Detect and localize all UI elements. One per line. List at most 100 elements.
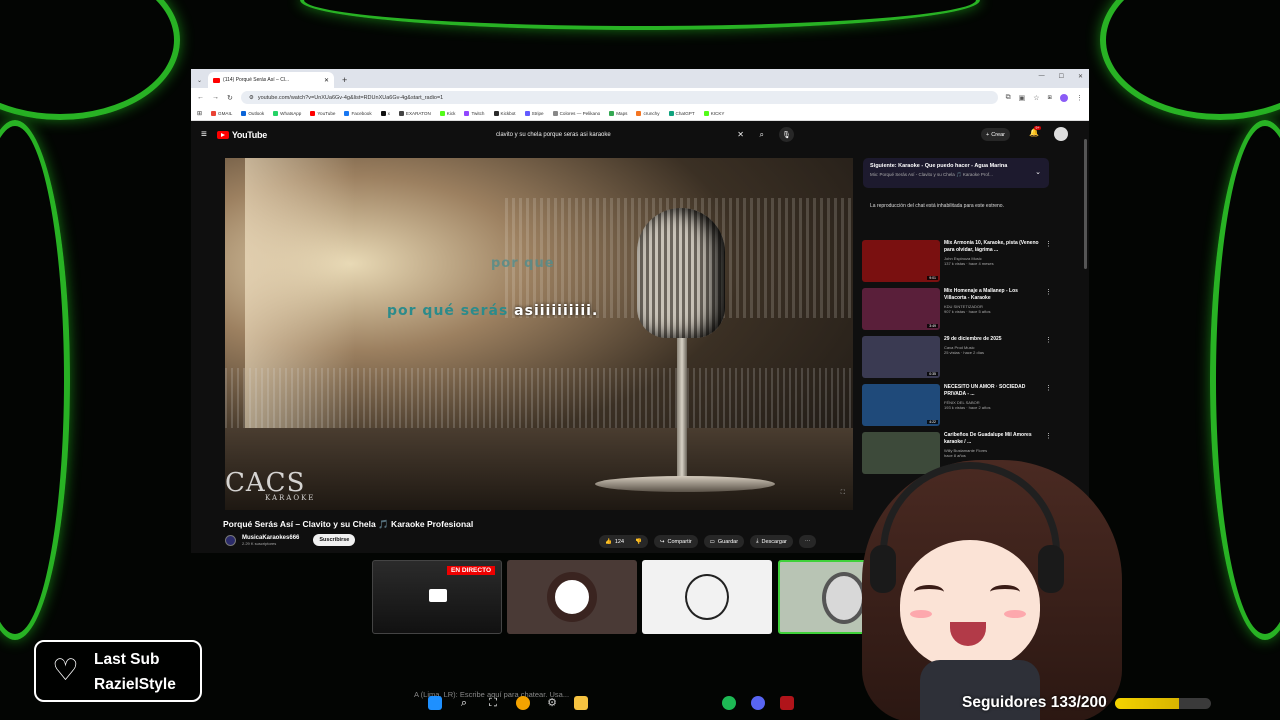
back-icon[interactable]: ← — [197, 94, 204, 101]
up-next-card[interactable]: Siguiente: Karaoke - Que puedo hacer - A… — [863, 158, 1049, 188]
forward-icon[interactable]: → — [212, 94, 219, 101]
video-microphone-stand — [677, 338, 687, 483]
site-info-icon[interactable]: ⚙ — [249, 95, 254, 101]
video-corner-icon[interactable]: ⛶ — [841, 490, 845, 497]
bookmarks-bar: ⊞ GMAIL Outlook WhatsApp YouTube Facebook x EX… — [191, 107, 1089, 121]
taskbar-discord-icon[interactable] — [751, 696, 765, 710]
more-options-icon[interactable]: ⋮ — [1045, 240, 1052, 284]
address-bar[interactable]: ⚙ youtube.com/watch?v=UnXUa6Gv-4g&list=R… — [240, 91, 998, 104]
more-actions-button[interactable]: ⋯ — [798, 535, 817, 548]
bookmark-item[interactable]: KICKY — [703, 111, 724, 116]
recommendation-item[interactable]: 9:01 Mix Armonía 10, Karaoke, pista (Vene… — [862, 240, 1052, 284]
apps-grid-icon[interactable]: ⊞ — [197, 110, 202, 117]
recommendation-item[interactable]: 3:49 Mix Homenaje a Mallanep - Los Villac… — [862, 288, 1052, 332]
search-icon[interactable]: ⌕ — [760, 130, 764, 140]
like-button[interactable]: 👍 124 👎 — [599, 535, 648, 548]
chevron-down-icon[interactable]: ⌄ — [1035, 168, 1041, 176]
tab-search-icon[interactable]: ⌄ — [197, 77, 202, 84]
tab-youtube[interactable]: (114) Porqué Serás Así – Cl... ✕ — [208, 72, 335, 88]
extensions-icon[interactable]: ⧆ — [1048, 94, 1052, 102]
bookmark-item[interactable]: Kickbot — [493, 111, 516, 116]
bookmark-favicon-icon — [493, 111, 499, 116]
recommendation-item[interactable]: 0:35 29 de diciembre de 2025 Cava Prod Mus… — [862, 336, 1052, 380]
channel-name[interactable]: MusicaKaraokes666 — [242, 535, 299, 541]
translate-icon[interactable]: ⧉ — [1006, 94, 1011, 102]
thumbs-down-icon[interactable]: 👎 — [635, 539, 642, 545]
page-scrollbar[interactable] — [1084, 139, 1087, 269]
recommendation-title[interactable]: Mix Homenaje a Mallanep - Los Villacorta… — [944, 288, 1041, 302]
bookmark-item[interactable]: x — [380, 111, 390, 116]
reload-icon[interactable]: ↻ — [227, 94, 233, 102]
close-window-icon[interactable]: ✕ — [1078, 73, 1083, 80]
bookmark-label: crunchy — [643, 111, 660, 116]
bookmark-item[interactable]: Colores — Pelikano — [552, 111, 600, 116]
video-player[interactable]: por que por qué serás asiiiiiiiiii. CACS… — [225, 158, 853, 510]
bookmark-item[interactable]: Maps — [609, 111, 627, 116]
recommendation-thumbnail[interactable]: 9:01 — [862, 240, 940, 282]
youtube-logo-text: YouTube — [231, 129, 267, 140]
vtuber-headset-cup-right — [1038, 545, 1064, 593]
close-tab-icon[interactable]: ✕ — [324, 77, 329, 84]
minimize-icon[interactable]: — — [1039, 73, 1045, 80]
bookmark-item[interactable]: GMAIL — [211, 111, 232, 116]
bookmark-item[interactable]: WhatsApp — [273, 111, 301, 116]
save-button[interactable]: ▭ Guardar — [703, 535, 745, 548]
maximize-icon[interactable]: ☐ — [1059, 73, 1064, 80]
bookmark-item[interactable]: Stripe — [524, 111, 544, 116]
nav-bar: ← → ↻ ⚙ youtube.com/watch?v=UnXUa6Gv-4g&… — [191, 88, 1089, 107]
recommendation-thumbnail[interactable]: 3:49 — [862, 288, 940, 330]
recommendation-title[interactable]: Caribeños De Guadalupe Mil Amores karaok… — [944, 432, 1041, 446]
profile-icon[interactable] — [1060, 93, 1068, 102]
more-options-icon[interactable]: ⋮ — [1045, 336, 1052, 380]
subscribe-button[interactable]: Suscribirse — [313, 534, 356, 546]
recommendation-thumbnail[interactable]: 0:35 — [862, 336, 940, 378]
taskbar-app-icon[interactable]: ⛶ — [486, 696, 500, 710]
recommendation-item[interactable]: 4:22 NECESITO UN AMOR · SOCIEDAD PRIVADA … — [862, 384, 1052, 428]
bookmark-star-icon[interactable]: ☆ — [1033, 94, 1039, 102]
last-sub-title: Last Sub — [94, 651, 160, 668]
share-button[interactable]: ↪ Compartir — [653, 535, 698, 548]
windows-start-icon[interactable] — [428, 696, 442, 710]
more-icon: ⋯ — [804, 538, 811, 545]
recommendation-title[interactable]: Mix Armonía 10, Karaoke, pista (Veneno p… — [944, 240, 1041, 254]
scene-thumb-live: EN DIRECTO — [372, 560, 502, 634]
bookmark-label: ChatGPT — [675, 111, 695, 116]
recommendation-title[interactable]: NECESITO UN AMOR · SOCIEDAD PRIVADA - ..… — [944, 384, 1041, 398]
bookmark-item[interactable]: Kick — [439, 111, 455, 116]
download-button[interactable]: ⤓ Descargar — [750, 535, 793, 548]
menu-kebab-icon[interactable]: ⋮ — [1076, 94, 1083, 102]
taskbar-spotify-icon[interactable] — [722, 696, 736, 710]
notifications-icon[interactable]: 🔔 9+ — [1029, 126, 1041, 137]
vine-frame-top — [300, 0, 980, 30]
new-tab-icon[interactable]: + — [342, 75, 347, 85]
bookmark-item[interactable]: Outlook — [241, 111, 264, 116]
hamburger-menu-icon[interactable]: ≡ — [201, 129, 207, 140]
bookmark-item[interactable]: YouTube — [310, 111, 335, 116]
recommendation-meta: hace 8 años — [944, 452, 966, 458]
account-avatar[interactable] — [1054, 127, 1068, 141]
bookmark-item[interactable]: crunchy — [636, 111, 660, 116]
youtube-logo[interactable]: YouTube — [216, 129, 267, 140]
bookmark-item[interactable]: Facebook — [344, 111, 372, 116]
bookmark-item[interactable]: EXARATON — [398, 111, 431, 116]
recommendation-thumbnail[interactable] — [862, 432, 940, 474]
taskbar-folder-icon[interactable] — [574, 696, 588, 710]
more-options-icon[interactable]: ⋮ — [1045, 384, 1052, 428]
taskbar-game-icon[interactable] — [780, 696, 794, 710]
clear-search-icon[interactable]: ✕ — [737, 130, 744, 139]
cast-icon[interactable]: ▣ — [1019, 94, 1026, 102]
more-options-icon[interactable]: ⋮ — [1045, 288, 1052, 332]
taskbar-search-icon[interactable]: ⌕ — [457, 696, 471, 710]
channel-avatar[interactable] — [225, 534, 236, 546]
bookmark-item[interactable]: ChatGPT — [668, 111, 695, 116]
taskbar-settings-icon[interactable]: ⚙ — [545, 696, 559, 710]
taskbar-browser-icon[interactable] — [516, 696, 530, 710]
recommendation-title[interactable]: 29 de diciembre de 2025 — [944, 336, 1041, 343]
create-button[interactable]: + Crear — [981, 128, 1010, 141]
voice-search-icon[interactable]: 🎙 — [779, 127, 794, 142]
youtube-play-icon — [216, 130, 229, 139]
search-input[interactable]: clavito y su chela porque seras asi kara… — [491, 126, 766, 143]
vtuber-face — [900, 540, 1040, 670]
bookmark-item[interactable]: Twitch — [464, 111, 485, 116]
recommendation-thumbnail[interactable]: 4:22 — [862, 384, 940, 426]
